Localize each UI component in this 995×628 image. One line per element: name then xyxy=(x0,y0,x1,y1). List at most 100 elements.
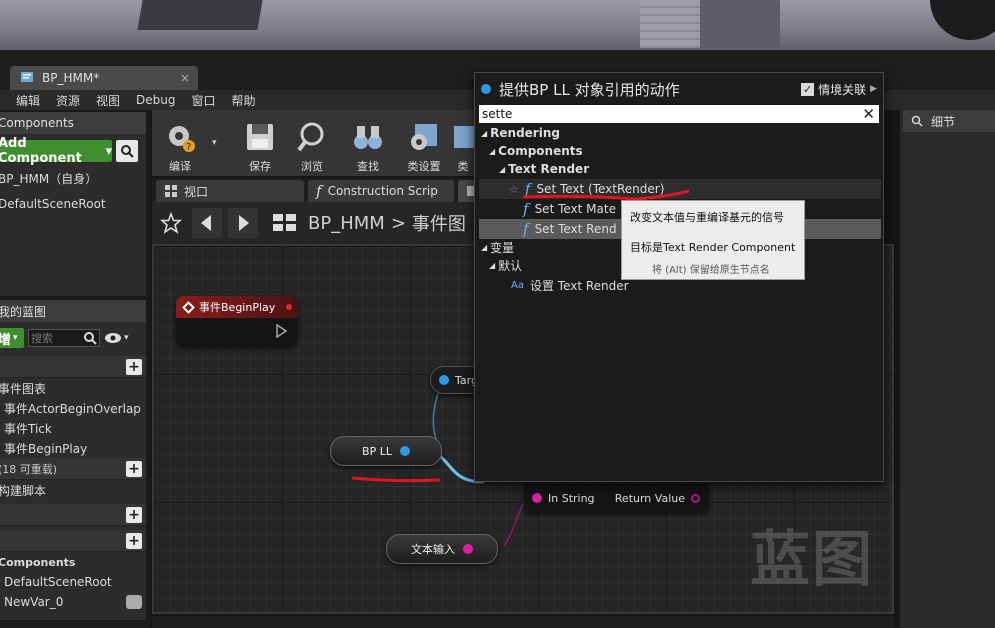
blueprint-icon xyxy=(20,70,34,87)
event-item[interactable]: 事件Tick xyxy=(0,418,146,438)
breadcrumb-blueprint[interactable]: BP_HMM xyxy=(308,213,385,234)
compile-label: 编译 xyxy=(169,160,191,173)
graph-hierarchy-icon xyxy=(273,214,296,231)
find-binoculars-icon xyxy=(354,126,382,149)
functions-section-label: (18 可重载) xyxy=(0,462,58,476)
favorite-star-icon[interactable] xyxy=(160,212,182,234)
exec-output-pin-icon[interactable] xyxy=(276,324,288,338)
details-title: 细节 xyxy=(931,114,956,129)
blueprint-search-field[interactable]: 搜索 xyxy=(28,329,100,347)
event-item[interactable]: 事件BeginPlay xyxy=(0,438,146,458)
document-tab[interactable]: BP_HMM* × xyxy=(10,66,198,90)
functions-section[interactable]: (18 可重载) + xyxy=(0,458,146,480)
view-options-button[interactable]: ▾ xyxy=(104,332,129,344)
add-component-button[interactable]: Add Component ▾ xyxy=(0,136,112,166)
bp-ll-variable-node[interactable]: BP LL xyxy=(330,436,442,466)
text-pin-icon[interactable] xyxy=(463,544,473,554)
find-label: 查找 xyxy=(357,160,379,173)
variables-components-label: Components xyxy=(0,555,76,569)
svg-text:?: ? xyxy=(186,142,191,153)
scene-stairs xyxy=(640,0,700,48)
browse-button[interactable]: 浏览 xyxy=(286,114,338,174)
compile-options-chevron-icon[interactable]: ▾ xyxy=(212,138,217,148)
conversion-node[interactable]: In String Return Value xyxy=(524,484,708,512)
blueprint-watermark: 蓝图 xyxy=(750,525,874,595)
viewport-scene xyxy=(0,0,995,50)
event-beginplay-node[interactable]: 事件BeginPlay xyxy=(176,296,298,346)
search-icon[interactable] xyxy=(116,140,138,162)
breadcrumb-separator: > xyxy=(390,212,406,234)
save-label: 保存 xyxy=(249,160,271,173)
add-new-button[interactable]: 增 ▾ xyxy=(0,328,24,348)
back-arrow-icon[interactable] xyxy=(192,208,222,238)
scene-wall xyxy=(700,0,780,48)
add-function-icon[interactable]: + xyxy=(126,460,142,477)
add-macro-icon[interactable]: + xyxy=(126,506,142,523)
menu-debug[interactable]: Debug xyxy=(136,93,175,107)
find-button[interactable]: 查找 xyxy=(342,114,394,174)
delegate-pin-icon[interactable] xyxy=(286,304,292,310)
browse-label: 浏览 xyxy=(301,160,323,173)
variable-type-icon[interactable] xyxy=(126,595,142,609)
tab-construction-label: Construction Scrip xyxy=(327,184,438,198)
class-settings-label: 类设置 xyxy=(407,160,441,173)
tooltip-hint: 将 (Alt) 保留给原生节点名 xyxy=(652,265,770,276)
compile-button[interactable]: ? 编译 xyxy=(154,114,206,174)
breadcrumb-graph[interactable]: 事件图 xyxy=(412,210,466,236)
menu-window[interactable]: 窗口 xyxy=(192,92,216,109)
event-node-title: 事件BeginPlay xyxy=(199,301,276,314)
return-pin-icon[interactable] xyxy=(691,493,700,503)
construction-script-item[interactable]: 构建脚本 xyxy=(0,480,146,500)
tab-construction-script[interactable]: f Construction Scrip xyxy=(308,180,454,202)
annotation-underline xyxy=(351,476,441,483)
save-disk-icon xyxy=(247,124,273,150)
add-variable-icon[interactable]: + xyxy=(126,532,142,549)
add-new-label: 增 xyxy=(0,332,12,348)
event-diamond-icon xyxy=(182,300,195,314)
return-value-label: Return Value xyxy=(614,491,685,505)
browse-magnifier-icon xyxy=(297,122,324,152)
search-icon xyxy=(84,332,97,345)
blueprint-toolbar: ? 编译 ▾ 保存 浏览 查找 类设置 类 xyxy=(152,110,482,176)
menu-help[interactable]: 帮助 xyxy=(232,92,256,109)
components-panel: Components Add Component ▾ BP_HMM（自身） De… xyxy=(0,112,146,296)
tab-viewport-label: 视口 xyxy=(184,184,209,199)
components-panel-title: Components xyxy=(0,112,146,134)
component-self[interactable]: BP_HMM（自身） xyxy=(0,168,146,188)
menu-view[interactable]: 视图 xyxy=(96,92,120,109)
left-panel: Components Add Component ▾ BP_HMM（自身） De… xyxy=(0,110,150,628)
save-button[interactable]: 保存 xyxy=(234,114,286,174)
function-icon: f xyxy=(316,182,322,200)
event-graph-item[interactable]: 事件图表 xyxy=(0,378,146,398)
object-pin-icon[interactable] xyxy=(399,446,410,456)
variable-item-label: NewVar_0 xyxy=(4,595,64,609)
text-input-label: 文本输入 xyxy=(411,543,455,556)
details-tab[interactable]: 细节 xyxy=(903,110,995,132)
variable-item[interactable]: NewVar_0 xyxy=(0,592,146,612)
variables-section[interactable]: + xyxy=(0,530,146,552)
menu-edit[interactable]: 编辑 xyxy=(16,92,40,109)
forward-arrow-icon[interactable] xyxy=(228,208,258,238)
menu-asset[interactable]: 资源 xyxy=(56,92,80,109)
graphs-section[interactable]: + xyxy=(0,356,146,378)
event-item[interactable]: 事件ActorBeginOverlap xyxy=(0,398,146,418)
class-settings-button[interactable]: 类设置 xyxy=(398,114,450,174)
scene-sphere xyxy=(930,0,995,40)
add-graph-icon[interactable]: + xyxy=(126,358,142,375)
chevron-down-icon: ▾ xyxy=(13,333,18,343)
tab-viewport[interactable]: 视口 xyxy=(156,180,304,202)
my-blueprint-title: 我的蓝图 xyxy=(0,300,146,322)
in-string-pin-icon[interactable] xyxy=(532,493,542,503)
component-root[interactable]: DefaultSceneRoot xyxy=(0,194,146,214)
text-input-variable-node[interactable]: 文本输入 xyxy=(386,534,498,564)
tooltip-description: 改变文本值与重编译基元的信号 xyxy=(630,211,784,224)
close-tab-icon[interactable]: × xyxy=(180,71,190,85)
graph-tabs: 视口 f Construction Scrip xyxy=(152,178,482,202)
event-node-header: 事件BeginPlay xyxy=(176,296,298,318)
action-tooltip: 改变文本值与重编译基元的信号 目标是Text Render Component … xyxy=(621,200,805,280)
chevron-down-icon: ▾ xyxy=(124,333,129,343)
macros-section[interactable]: + xyxy=(0,504,146,526)
variable-item[interactable]: DefaultSceneRoot xyxy=(0,572,146,592)
details-panel xyxy=(900,110,995,628)
target-pin-icon[interactable] xyxy=(439,375,449,385)
